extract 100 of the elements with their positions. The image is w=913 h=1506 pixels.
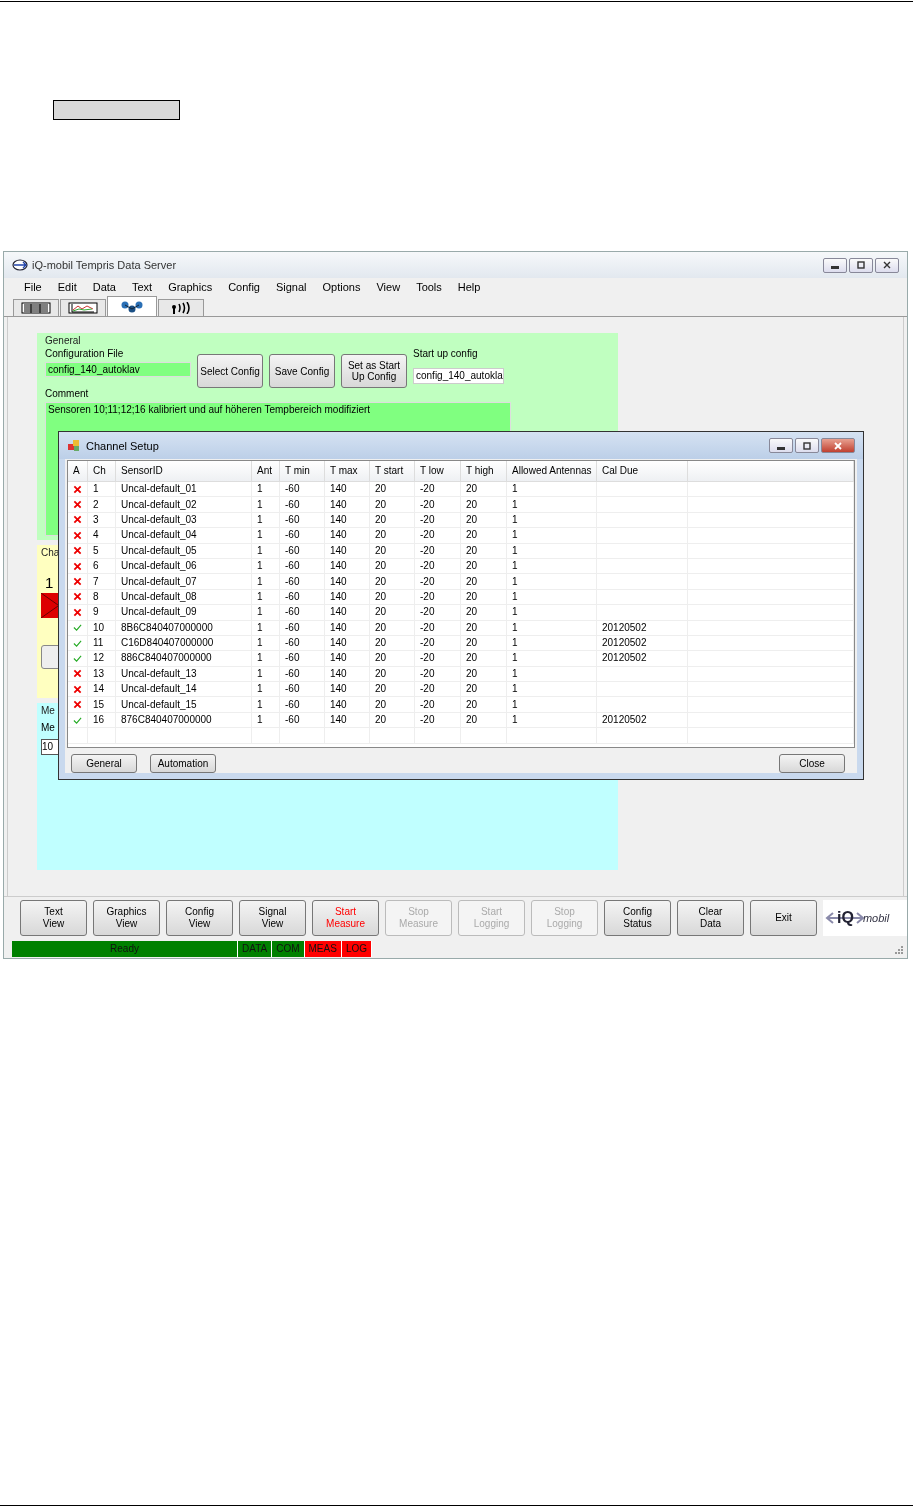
status-indicator: DATA <box>238 940 273 957</box>
table-cell: 140 <box>330 636 347 651</box>
column-header[interactable]: T max <box>325 461 370 481</box>
table-cell: Uncal-default_09 <box>121 605 197 620</box>
table-cell: C16D840407000000 <box>121 636 214 651</box>
menu-item[interactable]: Config <box>220 281 268 293</box>
minimize-button[interactable] <box>823 257 847 273</box>
resize-grip-icon[interactable] <box>893 943 903 954</box>
close-button[interactable] <box>875 257 899 273</box>
table-cell: 8 <box>93 589 99 604</box>
table-cell: -60 <box>285 651 300 666</box>
table-cell: -60 <box>285 636 300 651</box>
table-cell: 1 <box>512 497 518 512</box>
column-header[interactable]: Ch <box>88 461 116 481</box>
table-cell: 1 <box>512 528 518 543</box>
dialog-title: Channel Setup <box>86 439 159 452</box>
config-button[interactable]: Save Config <box>269 354 335 388</box>
dialog-button[interactable]: Automation <box>150 754 216 773</box>
table-cell: Uncal-default_02 <box>121 497 197 512</box>
table-cell: 4 <box>93 528 99 543</box>
toolbar-button[interactable]: Graphics View <box>93 900 160 936</box>
table-cell: 1 <box>257 620 263 635</box>
window-title: iQ-mobil Tempris Data Server <box>32 259 177 271</box>
chart-icon <box>68 302 98 314</box>
toolbar-button[interactable]: Signal View <box>239 900 306 936</box>
table-cell: -60 <box>285 543 300 558</box>
menu-item[interactable]: Text <box>123 281 161 293</box>
table-cell: 1 <box>257 528 263 543</box>
table-cell: 20 <box>466 636 478 651</box>
minimize-button[interactable] <box>769 438 793 453</box>
menu-item[interactable]: Edit <box>49 281 85 293</box>
menu-item[interactable]: Help <box>449 281 489 293</box>
menu-item[interactable]: Tools <box>408 281 450 293</box>
table-cell: 20 <box>466 528 478 543</box>
table-cell: 20 <box>466 666 478 681</box>
tab[interactable] <box>60 299 106 316</box>
close-button[interactable] <box>821 438 855 453</box>
table-cell: -20 <box>420 682 435 697</box>
status-indicator: COM <box>272 940 305 957</box>
table-cell: 20 <box>375 636 387 651</box>
menu-item[interactable]: Data <box>84 281 124 293</box>
config-button[interactable]: Select Config <box>197 354 263 388</box>
table-cell: 1 <box>257 605 263 620</box>
table-cell: 20 <box>375 543 387 558</box>
table-cell: -20 <box>420 528 435 543</box>
startup-config-field[interactable]: config_140_autokla <box>413 368 504 384</box>
table-cell: 20 <box>375 620 387 635</box>
column-header[interactable]: T low <box>415 461 461 481</box>
table-cell: -20 <box>420 574 435 589</box>
toolbar-button[interactable]: Config View <box>166 900 233 936</box>
minimize-icon <box>777 446 785 450</box>
tab[interactable] <box>13 299 59 316</box>
maximize-button[interactable] <box>849 257 873 273</box>
column-header[interactable]: SensorID <box>116 461 252 481</box>
column-header[interactable]: A <box>68 461 88 481</box>
table-cell: -20 <box>420 543 435 558</box>
table-cell: -60 <box>285 713 300 728</box>
table-cell: 13 <box>93 666 105 681</box>
table-cell: 140 <box>330 528 347 543</box>
maximize-button[interactable] <box>795 438 819 453</box>
table-cell: 20 <box>375 713 387 728</box>
menu-item[interactable]: Graphics <box>160 281 221 293</box>
table-cell: 140 <box>330 666 347 681</box>
toolbar-button[interactable]: Text View <box>20 900 87 936</box>
menu-item[interactable]: Options <box>314 281 369 293</box>
table-cell: -60 <box>285 497 300 512</box>
table-cell: 20120502 <box>602 651 647 666</box>
measure-field[interactable]: 10 <box>41 739 61 755</box>
table-cell: 140 <box>330 697 347 712</box>
toolbar-button[interactable]: Clear Data <box>677 900 744 936</box>
table-cell: -60 <box>285 697 300 712</box>
column-header[interactable]: T min <box>280 461 325 481</box>
table-cell: 1 <box>257 651 263 666</box>
column-header[interactable]: Ant <box>252 461 280 481</box>
table-cell: 140 <box>330 497 347 512</box>
table-cell: 1 <box>512 636 518 651</box>
dialog-button[interactable]: General <box>71 754 137 773</box>
toolbar-button[interactable]: Exit <box>750 900 817 936</box>
config-button[interactable]: Set as Start Up Config <box>341 354 407 388</box>
table-cell: 140 <box>330 574 347 589</box>
tab[interactable] <box>107 296 157 316</box>
column-header[interactable]: Allowed Antennas <box>507 461 597 481</box>
table-cell: 1 <box>512 682 518 697</box>
column-header[interactable]: T high <box>461 461 507 481</box>
column-header[interactable]: T start <box>370 461 415 481</box>
config-file-field[interactable]: config_140_autoklav <box>45 362 191 377</box>
tab[interactable] <box>158 299 204 316</box>
table-cell: -20 <box>420 559 435 574</box>
menu-item[interactable]: File <box>16 281 50 293</box>
toolbar-button[interactable]: Config Status <box>604 900 671 936</box>
logo-mark: iQ <box>837 909 854 927</box>
table-cell: 20120502 <box>602 713 647 728</box>
table-cell: 14 <box>93 682 105 697</box>
menu-item[interactable]: Signal <box>267 281 315 293</box>
menu-item[interactable]: View <box>368 281 409 293</box>
table-cell: 1 <box>512 512 518 527</box>
column-header[interactable]: Cal Due <box>597 461 688 481</box>
table-cell: 1 <box>512 589 518 604</box>
close-dialog-button[interactable]: Close <box>779 754 845 773</box>
table-cell: 1 <box>512 620 518 635</box>
